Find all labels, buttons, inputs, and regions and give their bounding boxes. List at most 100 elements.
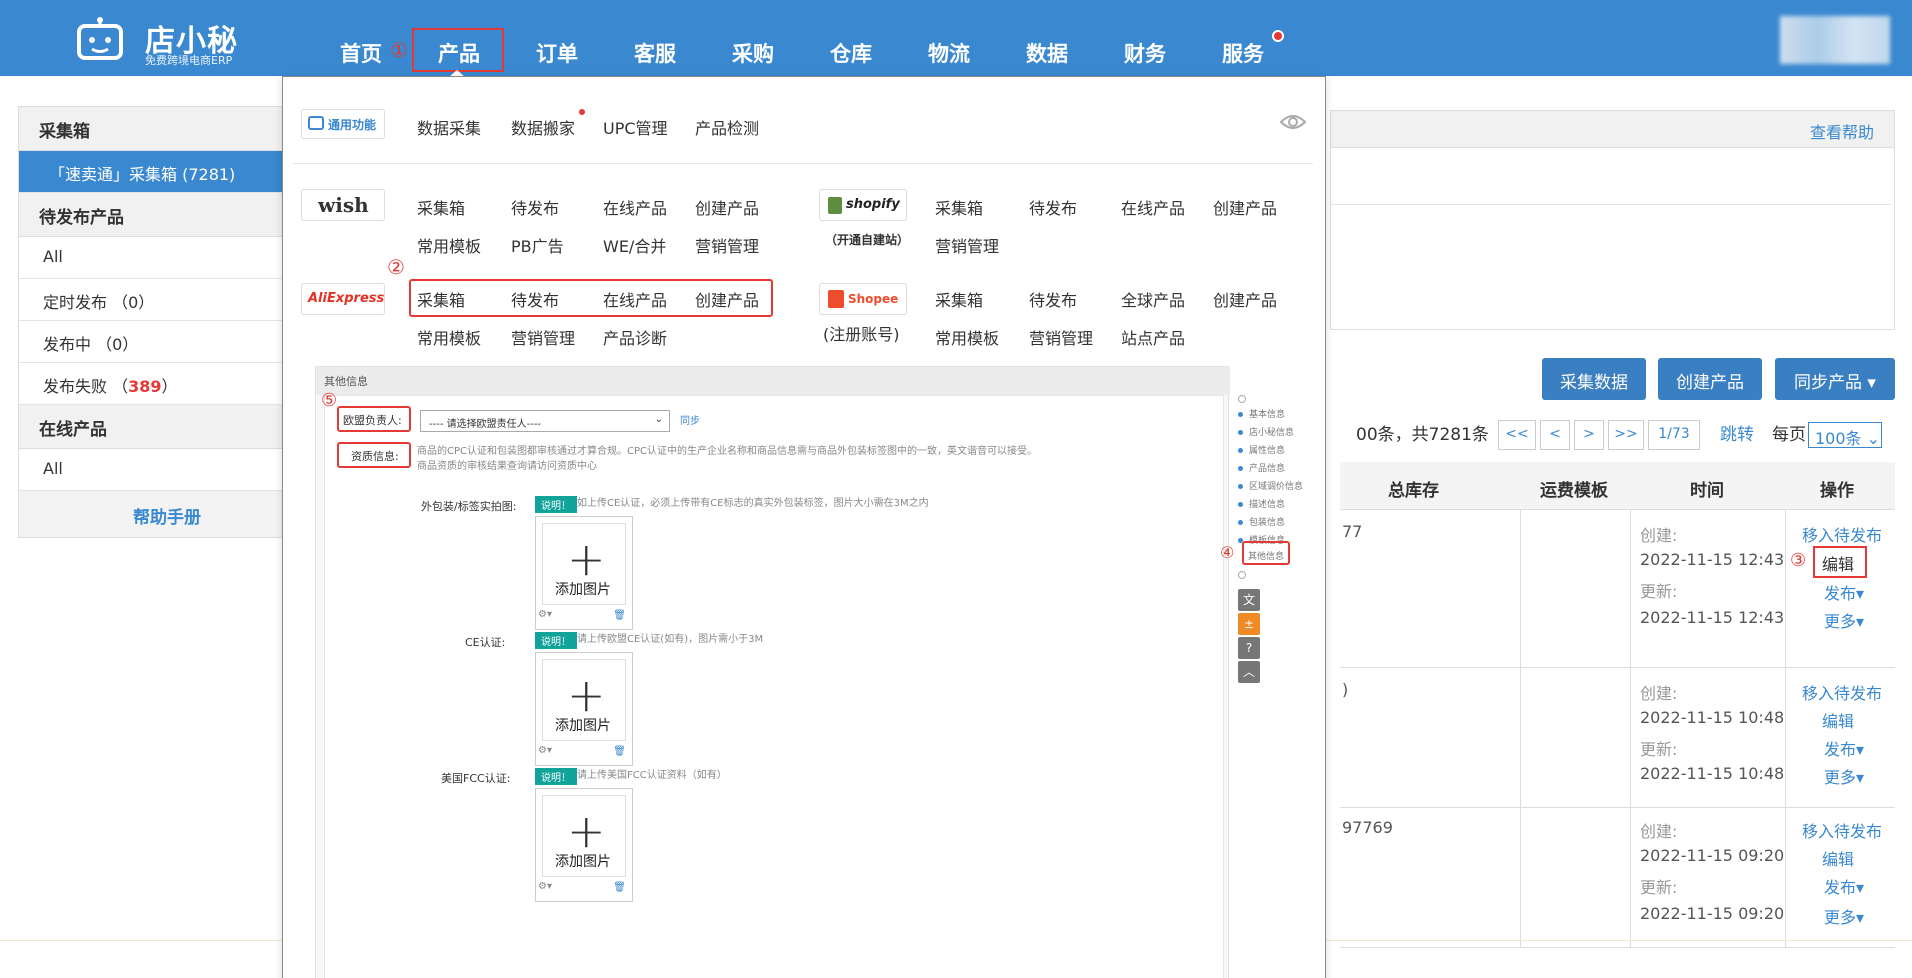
shopify-online[interactable]: 在线产品 — [1121, 195, 1185, 219]
publish-dropdown[interactable]: 发布▾ — [1824, 736, 1864, 760]
ce-upload[interactable]: + 添加图片 ⚙▾ 🗑 — [535, 652, 633, 766]
wish-we-merge[interactable]: WE/合并 — [603, 233, 666, 257]
nav-finance[interactable]: 财务 — [1124, 38, 1166, 68]
pager-last[interactable]: >> — [1608, 420, 1644, 450]
side-nav-package[interactable]: 包装信息 — [1238, 515, 1285, 528]
nav-purchase[interactable]: 采购 — [732, 38, 774, 68]
move-to-pending-link[interactable]: 移入待发布 — [1802, 522, 1882, 546]
menu-upc[interactable]: UPC管理 — [603, 115, 668, 139]
collect-data-button[interactable]: 采集数据 — [1542, 358, 1646, 400]
shopee-global[interactable]: 全球产品 — [1121, 287, 1185, 311]
menu-data-migrate[interactable]: 数据搬家 — [511, 115, 575, 139]
calculator-icon[interactable]: ± — [1238, 613, 1260, 635]
view-help-link[interactable]: 查看帮助 — [1810, 119, 1874, 143]
wish-templates[interactable]: 常用模板 — [417, 233, 481, 257]
edit-link[interactable]: 编辑 — [1822, 708, 1854, 732]
aliexpress-marketing[interactable]: 营销管理 — [511, 325, 575, 349]
per-page-select[interactable]: 100条 ⌄ — [1808, 422, 1882, 448]
aliexpress-badge: AliExpress — [301, 283, 385, 315]
create-product-button[interactable]: 创建产品 — [1658, 358, 1762, 400]
wand-icon[interactable]: ⚙▾ — [538, 745, 552, 756]
more-dropdown[interactable]: 更多▾ — [1824, 904, 1864, 928]
logo[interactable]: 店小秘 免费跨境电商ERP — [75, 12, 245, 68]
nav-warehouse[interactable]: 仓库 — [830, 38, 872, 68]
eye-icon[interactable] — [1279, 113, 1307, 131]
wish-online[interactable]: 在线产品 — [603, 195, 667, 219]
menu-data-collect[interactable]: 数据采集 — [417, 115, 481, 139]
help-manual-link[interactable]: 帮助手册 — [19, 491, 315, 537]
pager-next[interactable]: > — [1574, 420, 1604, 450]
side-nav-other[interactable]: 其他信息 — [1248, 549, 1284, 562]
translate-icon[interactable]: 文 — [1238, 589, 1260, 611]
user-avatar-blurred[interactable] — [1780, 16, 1890, 64]
pager-prev[interactable]: < — [1540, 420, 1570, 450]
edit-link[interactable]: 编辑 — [1822, 846, 1854, 870]
shopee-collect[interactable]: 采集箱 — [935, 287, 983, 311]
side-nav-product[interactable]: 产品信息 — [1238, 461, 1285, 474]
sync-product-button[interactable]: 同步产品 ▾ — [1775, 358, 1895, 400]
aliexpress-templates[interactable]: 常用模板 — [417, 325, 481, 349]
shopify-bag-icon — [828, 197, 842, 214]
side-nav-attributes[interactable]: 属性信息 — [1238, 443, 1285, 456]
more-dropdown[interactable]: 更多▾ — [1824, 764, 1864, 788]
scroll-top-icon[interactable]: ︿ — [1238, 661, 1260, 683]
wand-icon[interactable]: ⚙▾ — [538, 881, 552, 892]
shopify-marketing[interactable]: 营销管理 — [935, 233, 999, 257]
aliexpress-online[interactable]: 在线产品 — [603, 287, 667, 311]
nav-services[interactable]: 服务 — [1222, 38, 1264, 68]
wish-create[interactable]: 创建产品 — [695, 195, 759, 219]
eu-responsible-select[interactable]: ---- 请选择欧盟责任人---- ⌄ — [420, 410, 670, 432]
shopify-pending[interactable]: 待发布 — [1029, 195, 1077, 219]
sidebar-item-online-all[interactable]: All — [19, 449, 315, 491]
fcc-upload[interactable]: + 添加图片 ⚙▾ 🗑 — [535, 788, 633, 902]
nav-orders[interactable]: 订单 — [536, 38, 578, 68]
wish-pending[interactable]: 待发布 — [511, 195, 559, 219]
sidebar-item-aliexpress-collect[interactable]: 「速卖通」采集箱 (7281) — [19, 151, 315, 193]
shopee-site-products[interactable]: 站点产品 — [1121, 325, 1185, 349]
sidebar-item-all-pending[interactable]: All — [19, 237, 315, 279]
shopee-pending[interactable]: 待发布 — [1029, 287, 1077, 311]
side-nav-region-price[interactable]: 区域调价信息 — [1238, 479, 1303, 492]
nav-home[interactable]: 首页 — [340, 38, 382, 68]
upload-area: + 添加图片 — [542, 795, 626, 877]
publish-dropdown[interactable]: 发布▾ — [1824, 580, 1864, 604]
side-nav-basic[interactable]: 基本信息 — [1238, 407, 1285, 420]
side-nav-dxm[interactable]: 店小秘信息 — [1238, 425, 1294, 438]
chevron-down-icon: ⌄ — [1866, 429, 1881, 448]
aliexpress-pending[interactable]: 待发布 — [511, 287, 559, 311]
sidebar-item-scheduled[interactable]: 定时发布 （0） — [19, 279, 315, 321]
trash-icon[interactable]: 🗑 — [613, 882, 626, 893]
package-photo-upload[interactable]: + 添加图片 ⚙▾ 🗑 — [535, 516, 633, 630]
wish-collect[interactable]: 采集箱 — [417, 195, 465, 219]
trash-icon[interactable]: 🗑 — [613, 610, 626, 621]
trash-icon[interactable]: 🗑 — [613, 746, 626, 757]
nav-data[interactable]: 数据 — [1026, 38, 1068, 68]
pager-first[interactable]: << — [1498, 420, 1536, 450]
help-icon[interactable]: ? — [1238, 637, 1260, 659]
pager-jump[interactable]: 跳转 — [1720, 420, 1754, 450]
publish-dropdown[interactable]: 发布▾ — [1824, 874, 1864, 898]
more-dropdown[interactable]: 更多▾ — [1824, 608, 1864, 632]
nav-logistics[interactable]: 物流 — [928, 38, 970, 68]
shopee-register-note[interactable]: (注册账号) — [823, 321, 900, 345]
aliexpress-diagnosis[interactable]: 产品诊断 — [603, 325, 667, 349]
aliexpress-create[interactable]: 创建产品 — [695, 287, 759, 311]
shopee-marketing[interactable]: 营销管理 — [1029, 325, 1093, 349]
shopee-create[interactable]: 创建产品 — [1213, 287, 1277, 311]
wish-marketing[interactable]: 营销管理 — [695, 233, 759, 257]
sync-link[interactable]: 同步 — [680, 412, 700, 427]
move-to-pending-link[interactable]: 移入待发布 — [1802, 818, 1882, 842]
move-to-pending-link[interactable]: 移入待发布 — [1802, 680, 1882, 704]
edit-link[interactable]: 编辑 — [1822, 551, 1854, 575]
menu-product-check[interactable]: 产品检测 — [695, 115, 759, 139]
aliexpress-collect[interactable]: 采集箱 — [417, 287, 465, 311]
shopee-templates[interactable]: 常用模板 — [935, 325, 999, 349]
side-nav-description[interactable]: 描述信息 — [1238, 497, 1285, 510]
wish-pb-ads[interactable]: PB广告 — [511, 233, 564, 257]
sidebar-item-failed[interactable]: 发布失败 （389） — [19, 363, 315, 405]
shopify-collect[interactable]: 采集箱 — [935, 195, 983, 219]
wand-icon[interactable]: ⚙▾ — [538, 609, 552, 620]
sidebar-item-publishing[interactable]: 发布中 （0） — [19, 321, 315, 363]
shopify-create[interactable]: 创建产品 — [1213, 195, 1277, 219]
nav-customer-service[interactable]: 客服 — [634, 38, 676, 68]
